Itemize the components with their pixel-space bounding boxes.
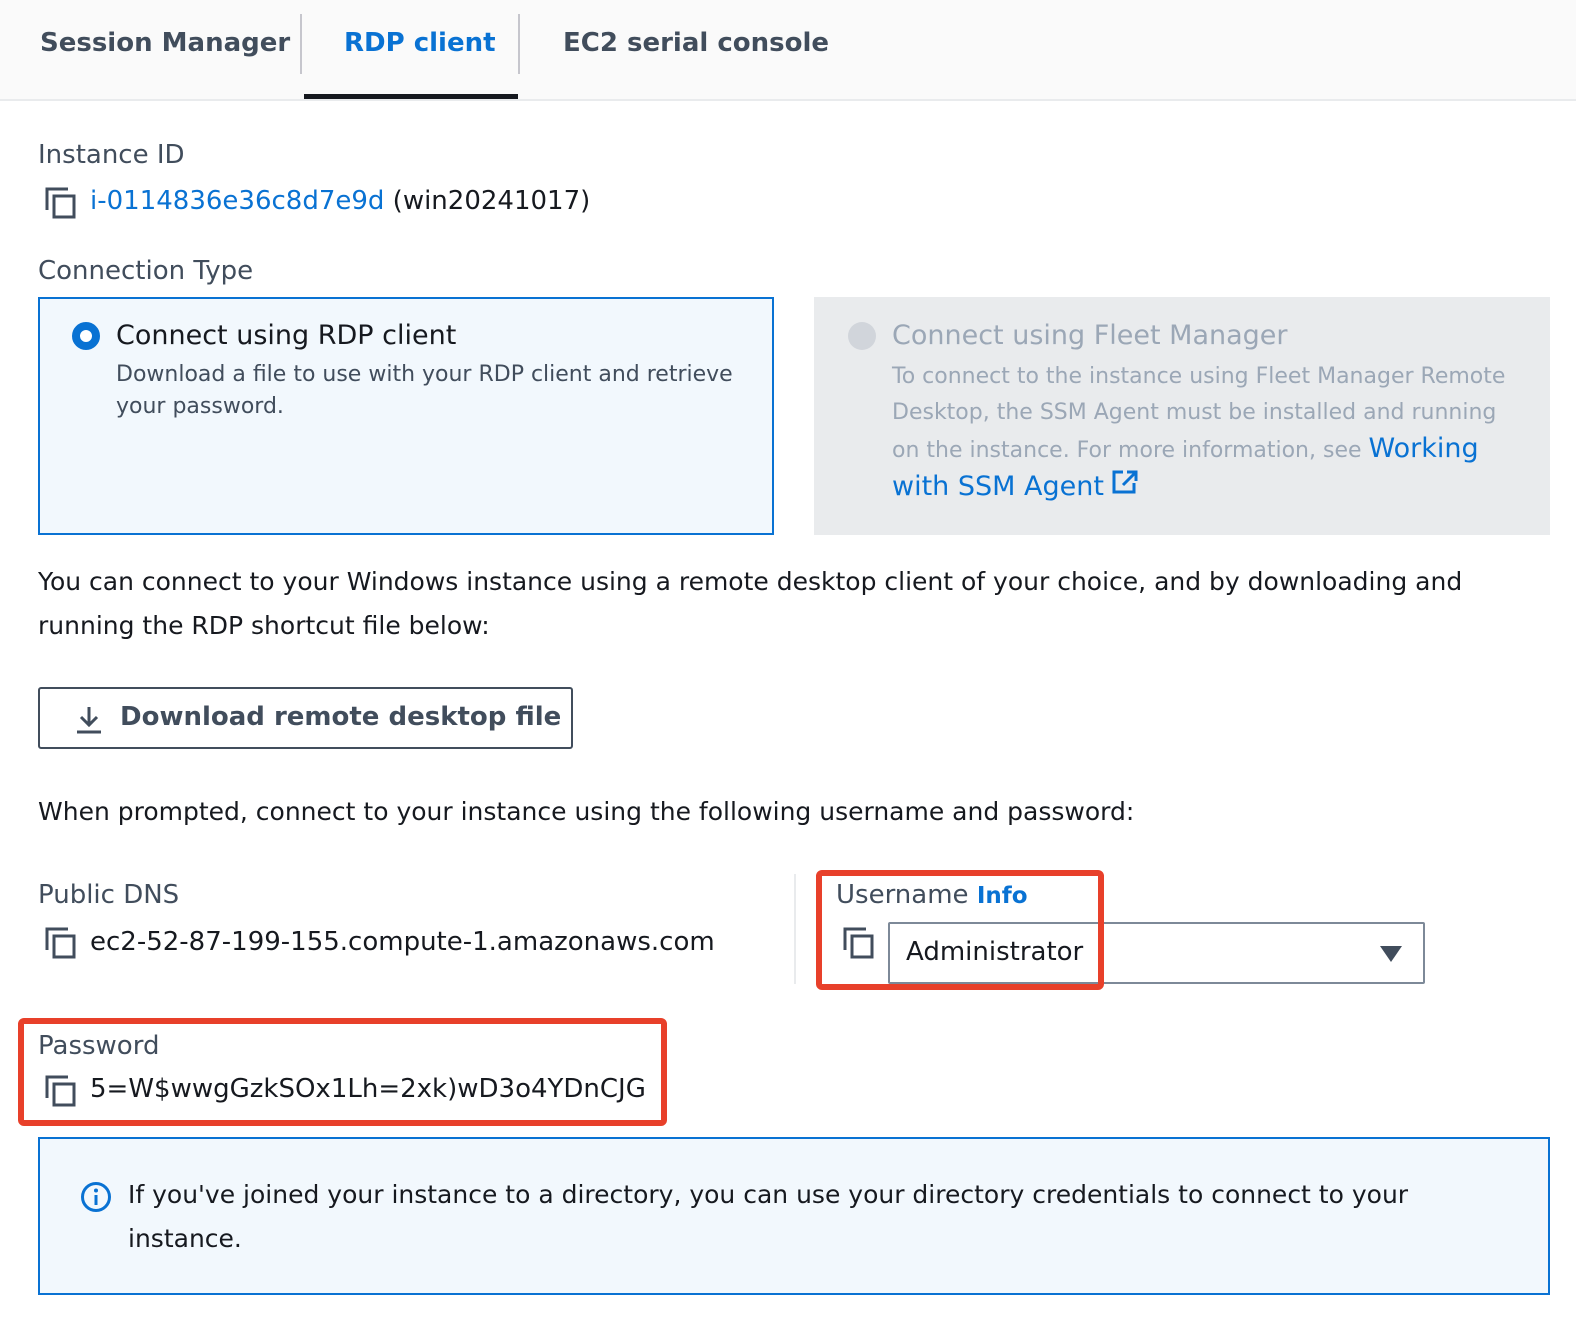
prompt-text: When prompted, connect to your instance … xyxy=(38,797,1135,826)
fleet-option-title: Connect using Fleet Manager xyxy=(892,320,1288,351)
instance-id-label: Instance ID xyxy=(38,140,185,170)
directory-info-alert: If you've joined your instance to a dire… xyxy=(38,1137,1550,1295)
column-divider xyxy=(794,874,796,984)
rdp-option-description: Download a file to use with your RDP cli… xyxy=(116,362,733,419)
download-button-label: Download remote desktop file xyxy=(120,702,562,732)
info-icon xyxy=(81,1182,111,1212)
instance-id-link[interactable]: i-0114836e36c8d7e9d xyxy=(90,186,384,216)
rdp-option-title: Connect using RDP client xyxy=(116,320,457,351)
instance-name: (win20241017) xyxy=(392,186,591,216)
download-remote-desktop-file-button[interactable]: Download remote desktop file xyxy=(38,687,573,749)
public-dns-label: Public DNS xyxy=(38,880,180,910)
tab-divider xyxy=(300,14,302,74)
username-highlight-box xyxy=(816,870,1104,990)
copy-icon[interactable] xyxy=(44,186,78,220)
external-link-icon xyxy=(1112,470,1138,494)
tab-rdp-client[interactable]: RDP client xyxy=(344,28,496,58)
caret-down-icon xyxy=(1380,946,1402,962)
tab-session-manager[interactable]: Session Manager xyxy=(40,28,290,58)
connection-type-label: Connection Type xyxy=(38,256,254,286)
active-tab-indicator xyxy=(304,94,518,99)
password-highlight-box xyxy=(18,1018,667,1126)
fleet-manager-radio xyxy=(848,322,876,350)
download-icon xyxy=(77,707,101,734)
tab-ec2-serial-console[interactable]: EC2 serial console xyxy=(563,28,829,58)
copy-icon[interactable] xyxy=(44,926,78,960)
alert-text: If you've joined your instance to a dire… xyxy=(128,1180,1409,1253)
tab-divider xyxy=(518,14,520,74)
intro-text: You can connect to your Windows instance… xyxy=(38,567,1463,640)
public-dns-value: ec2-52-87-199-155.compute-1.amazonaws.co… xyxy=(90,927,715,957)
rdp-client-radio[interactable] xyxy=(72,322,100,350)
